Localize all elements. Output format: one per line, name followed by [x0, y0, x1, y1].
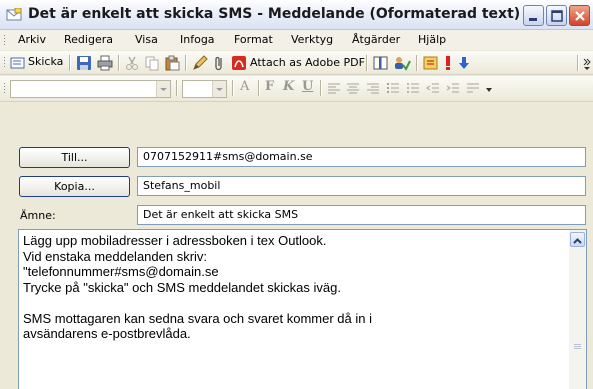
increase-indent-icon[interactable]: [446, 82, 460, 98]
menu-verktyg[interactable]: Verktyg: [291, 33, 333, 46]
chevron-down-icon[interactable]: [212, 81, 226, 97]
envelope-icon: [6, 7, 22, 21]
message-body-text[interactable]: Lägg upp mobiladresser i adressboken i t…: [23, 233, 561, 342]
chevron-down-icon[interactable]: [156, 81, 170, 97]
menu-hjalp[interactable]: Hjälp: [418, 33, 446, 46]
message-body[interactable]: Lägg upp mobiladresser i adressboken i t…: [18, 229, 587, 389]
importance-low-icon[interactable]: [458, 55, 470, 71]
toolbar-grip-icon: [4, 83, 5, 93]
font-name-combo[interactable]: [10, 80, 171, 98]
cut-icon[interactable]: [124, 55, 140, 71]
menu-atgarder[interactable]: Åtgärder: [352, 33, 400, 46]
attach-icon[interactable]: [213, 55, 225, 71]
to-field[interactable]: 0707152911#sms@domain.se: [137, 147, 586, 167]
subject-label: Ämne:: [20, 209, 56, 222]
menu-redigera[interactable]: Redigera: [64, 33, 113, 46]
font-size-combo[interactable]: [182, 80, 227, 98]
attach-pdf-label: Attach as Adobe PDF: [250, 56, 365, 69]
minimize-icon: [529, 18, 537, 21]
maximize-icon: [551, 10, 563, 22]
subject-field[interactable]: Det är enkelt att skicka SMS: [137, 205, 586, 225]
toolbar-separator: [118, 55, 120, 71]
pdf-icon: [232, 56, 246, 70]
toolbar-separator: [176, 80, 178, 96]
cc-field[interactable]: Stefans_mobil: [137, 176, 586, 196]
attach-as-pdf-button[interactable]: Attach as Adobe PDF: [231, 55, 365, 71]
styles-icon[interactable]: [466, 82, 480, 98]
menu-infoga[interactable]: Infoga: [180, 33, 215, 46]
toolbar-separator: [69, 55, 71, 71]
options-icon[interactable]: [423, 55, 439, 71]
send-button[interactable]: Skicka: [10, 55, 66, 71]
close-icon: [575, 11, 585, 21]
bullet-list-icon[interactable]: [406, 82, 420, 98]
font-color-icon[interactable]: A: [240, 79, 249, 94]
send-label: Skicka: [28, 55, 64, 68]
numbered-list-icon[interactable]: [386, 82, 400, 98]
menu-visa[interactable]: Visa: [135, 33, 158, 46]
align-left-icon[interactable]: [327, 82, 341, 98]
toolbar-separator: [577, 55, 579, 71]
send-icon: [10, 57, 25, 69]
align-center-icon[interactable]: [346, 82, 360, 98]
address-book-icon[interactable]: [373, 55, 389, 71]
scroll-grip-icon: [574, 344, 581, 349]
formatting-toolbar: A F K U: [0, 76, 593, 102]
pencil-icon[interactable]: [192, 55, 208, 71]
vertical-scrollbar[interactable]: [569, 230, 586, 389]
title-bar: Det är enkelt att skicka SMS - Meddeland…: [0, 0, 593, 30]
save-icon[interactable]: [76, 55, 92, 71]
toolbar-separator: [258, 80, 260, 96]
toolbar-overflow-icon[interactable]: [485, 85, 493, 95]
decrease-indent-icon[interactable]: [426, 82, 440, 98]
importance-high-icon[interactable]: [443, 55, 453, 71]
toolbar-separator: [416, 55, 418, 71]
toolbar-separator: [366, 55, 368, 71]
toolbar-separator: [232, 80, 234, 96]
copy-icon[interactable]: [144, 55, 160, 71]
bold-icon[interactable]: F: [265, 79, 274, 94]
cc-button[interactable]: Kopia...: [19, 176, 130, 197]
check-names-icon[interactable]: [393, 55, 411, 71]
toolbar-separator: [320, 80, 322, 96]
scroll-up-button[interactable]: [570, 232, 585, 247]
italic-icon[interactable]: K: [283, 79, 294, 94]
close-button[interactable]: [569, 5, 590, 26]
maximize-button[interactable]: [546, 5, 567, 26]
paste-icon[interactable]: [164, 55, 180, 71]
menu-arkiv[interactable]: Arkiv: [18, 33, 46, 46]
message-window: Det är enkelt att skicka SMS - Meddeland…: [0, 0, 593, 389]
toolbar-separator: [185, 55, 187, 71]
toolbar-overflow-icon[interactable]: [583, 57, 591, 71]
toolbar-grip-icon: [4, 57, 5, 67]
to-button[interactable]: Till...: [19, 147, 130, 168]
chevron-up-icon: [573, 238, 582, 244]
align-right-icon[interactable]: [366, 82, 380, 98]
standard-toolbar: Skicka Attach as Adobe PDF: [0, 51, 593, 75]
menu-bar: Arkiv Redigera Visa Infoga Format Verkty…: [0, 30, 593, 50]
underline-icon[interactable]: U: [302, 79, 313, 94]
print-icon[interactable]: [97, 55, 113, 71]
window-title: Det är enkelt att skicka SMS - Meddeland…: [28, 6, 521, 22]
minimize-button[interactable]: [523, 5, 544, 26]
menu-grip-icon: [4, 35, 5, 45]
menu-format[interactable]: Format: [234, 33, 273, 46]
